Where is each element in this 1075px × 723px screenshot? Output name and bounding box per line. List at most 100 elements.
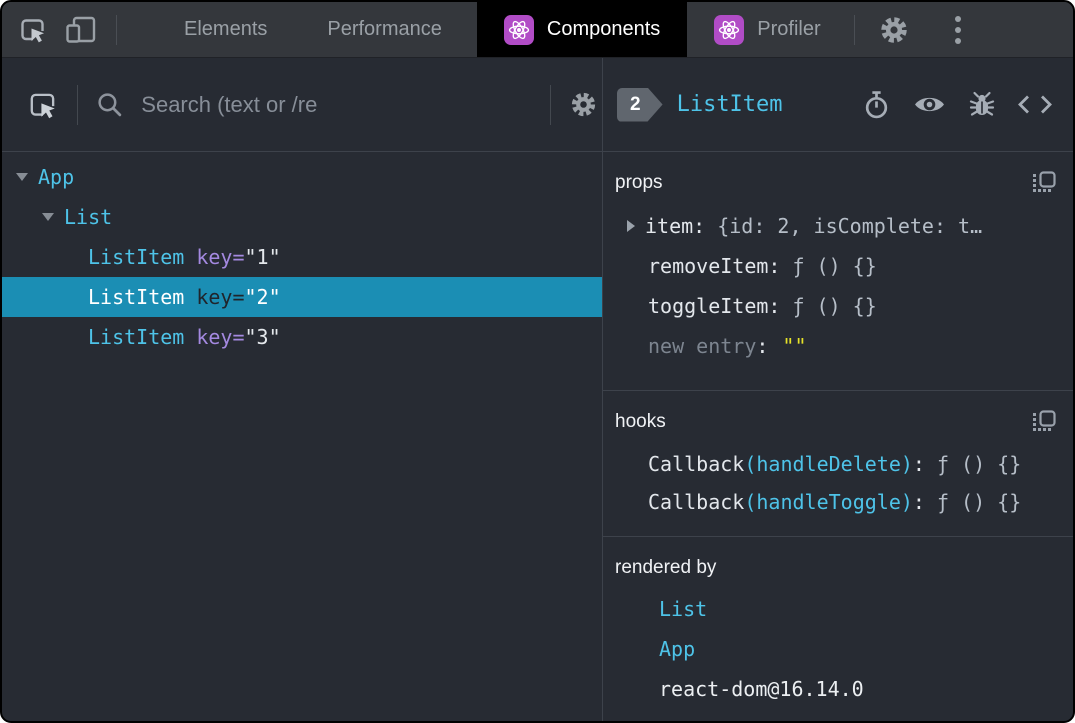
colon: : [768, 254, 781, 278]
equals-sign: = [232, 325, 245, 349]
copy-props-button[interactable] [1029, 169, 1059, 197]
component-name: ListItem [88, 245, 185, 269]
prop-name: item [645, 214, 694, 238]
inspector-actions [854, 85, 1057, 125]
tree-toolbar [2, 58, 602, 152]
suspend-toggle-button[interactable] [854, 85, 898, 125]
owner-row-list[interactable]: List [615, 589, 1059, 629]
collapse-arrow-icon[interactable] [42, 213, 54, 221]
collapse-arrow-icon[interactable] [16, 173, 28, 181]
toolbar-divider [77, 84, 79, 125]
tab-profiler[interactable]: Profiler [687, 2, 847, 57]
view-source-button[interactable] [1013, 85, 1057, 125]
prop-value: ƒ () {} [792, 254, 877, 278]
renderer-version: react-dom@16.14.0 [659, 677, 864, 701]
tab-label: Elements [184, 18, 268, 40]
copy-icon [1033, 171, 1056, 192]
expand-arrow-icon[interactable] [627, 220, 635, 232]
colon: : [693, 214, 706, 238]
kebab-menu-icon [954, 15, 961, 44]
hook-fn-name: (handleToggle) [744, 490, 913, 514]
inspect-element-button[interactable] [14, 10, 52, 50]
new-entry-label: new entry [648, 334, 757, 358]
equals-sign: = [232, 285, 245, 309]
selected-component-name: ListItem [676, 92, 783, 117]
log-to-console-button[interactable] [960, 85, 1004, 125]
prop-row-removeitem[interactable]: removeItem: ƒ () {} [615, 246, 1059, 286]
toolbar-divider [549, 84, 551, 125]
component-name: App [38, 165, 75, 189]
prop-name: toggleItem [648, 294, 769, 318]
component-name: List [64, 205, 113, 229]
hook-value: ƒ () {} [936, 490, 1022, 514]
rendered-by-title: rendered by [615, 557, 717, 578]
device-toolbar-icon [66, 16, 96, 43]
devtools-menu-button[interactable] [939, 10, 977, 50]
devtools-window: Elements Performance Components Profiler… [0, 0, 1075, 723]
prop-value: {id: 2, isComplete: t… [717, 214, 983, 238]
select-element-button[interactable] [24, 85, 61, 125]
component-tree: App List ListItem key = "1" ListItem key = "2"… [2, 152, 602, 357]
prop-name: removeItem [648, 254, 769, 278]
copy-hooks-button[interactable] [1029, 408, 1059, 436]
tree-row-app[interactable]: App [2, 157, 602, 197]
colon: : [912, 490, 925, 514]
prop-value: ƒ () {} [792, 294, 877, 318]
toolbar-divider [853, 14, 855, 45]
tree-row-listitem-3[interactable]: ListItem key = "3" [2, 317, 602, 357]
key-value: "2" [244, 285, 281, 309]
tab-components[interactable]: Components [476, 2, 688, 57]
equals-sign: = [232, 245, 245, 269]
colon: : [912, 452, 925, 476]
key-attribute: key [196, 285, 233, 309]
search-input[interactable] [139, 90, 440, 119]
components-panel: App List ListItemkey="1" ListItemkey="2"… [2, 58, 1073, 721]
tree-row-listitem-1[interactable]: ListItem key = "1" [2, 237, 602, 277]
gear-icon [571, 92, 595, 117]
tab-label: Performance [327, 18, 442, 40]
react-icon [503, 14, 534, 45]
gear-icon [880, 16, 907, 43]
devtools-settings-button[interactable] [875, 10, 913, 50]
owner-row-app[interactable]: App [615, 629, 1059, 669]
eye-icon [914, 97, 944, 112]
owner-link[interactable]: App [659, 637, 695, 661]
prop-row-item[interactable]: item: {id: 2, isComplete: t… [615, 206, 1059, 246]
copy-icon [1033, 410, 1056, 431]
tree-settings-button[interactable] [565, 85, 602, 125]
inspector-header: 2 ListItem [603, 58, 1073, 152]
tab-elements[interactable]: Elements [157, 2, 294, 57]
hook-name: Callback [648, 452, 745, 476]
key-attribute: key [196, 325, 233, 349]
props-section: props item: {id: 2, isComplete: t… remo… [603, 152, 1073, 391]
tab-label: Components [546, 18, 661, 40]
hook-value: ƒ () {} [936, 452, 1022, 476]
hooks-title: hooks [615, 411, 666, 432]
search-icon [98, 93, 122, 117]
prop-row-toggleitem[interactable]: toggleItem: ƒ () {} [615, 286, 1059, 326]
react-icon [714, 14, 745, 45]
component-name: ListItem [88, 325, 185, 349]
new-entry-row[interactable]: new entry: "" [615, 326, 1059, 366]
tab-performance[interactable]: Performance [300, 2, 469, 57]
key-attribute: key [196, 245, 233, 269]
toolbar-divider [116, 14, 117, 45]
props-title: props [615, 172, 663, 193]
colon: : [756, 334, 769, 358]
inspect-dom-button[interactable] [907, 85, 951, 125]
inspect-cursor-icon [30, 93, 55, 118]
inspect-cursor-icon [21, 18, 44, 42]
search-box [96, 90, 440, 119]
tree-row-listitem-2-selected[interactable]: ListItem key = "2" [2, 277, 602, 317]
code-icon [1018, 95, 1052, 114]
owner-link[interactable]: List [659, 597, 707, 621]
devtools-toolbar: Elements Performance Components Profiler [2, 2, 1073, 58]
tree-row-list[interactable]: List [2, 197, 602, 237]
rendered-by-section: rendered by List App react-dom@16.14.0 [603, 537, 1073, 721]
hooks-section: hooks Callback (handleDelete): ƒ () {} … [603, 391, 1073, 537]
new-entry-value[interactable]: "" [782, 334, 806, 358]
device-toolbar-button[interactable] [62, 10, 100, 50]
key-value: "1" [244, 245, 281, 269]
hook-row-handletoggle: Callback (handleToggle): ƒ () {} [615, 483, 1059, 521]
tree-pane: App List ListItemkey="1" ListItemkey="2"… [2, 58, 603, 721]
